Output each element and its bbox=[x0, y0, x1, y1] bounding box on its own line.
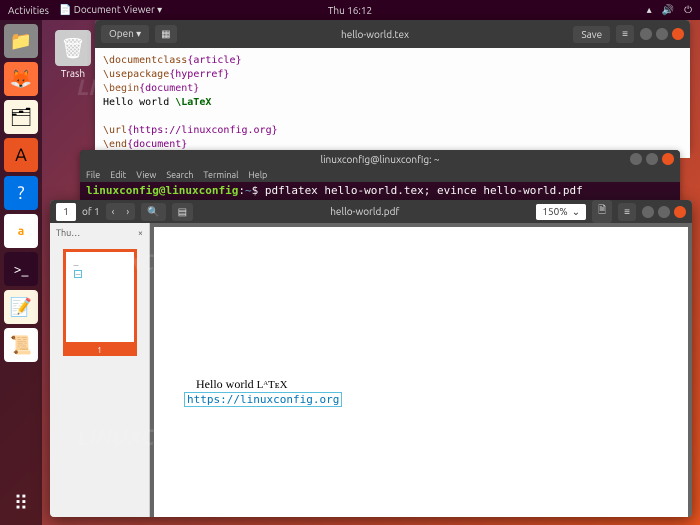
term-minimize[interactable] bbox=[630, 153, 642, 165]
evince-minimize[interactable] bbox=[642, 206, 654, 218]
top-bar: Activities 📄 Document Viewer ▾ Thu 16:12… bbox=[0, 0, 700, 20]
new-tab-button[interactable]: ▦ bbox=[155, 25, 176, 43]
menu-view[interactable]: View bbox=[136, 170, 156, 180]
terminal-icon[interactable]: >_ bbox=[4, 252, 38, 286]
menu-edit[interactable]: Edit bbox=[110, 170, 126, 180]
pdf-text-latex: LᴬTᴇX bbox=[257, 379, 288, 391]
save-button[interactable]: Save bbox=[573, 26, 610, 43]
show-apps-icon[interactable]: ⠿ bbox=[8, 485, 35, 521]
amazon-icon[interactable]: a bbox=[4, 214, 38, 248]
view-options-button[interactable]: 🗎 bbox=[592, 200, 612, 223]
terminal-menubar: File Edit View Search Terminal Help bbox=[80, 168, 680, 182]
app-menu[interactable]: 📄 Document Viewer ▾ bbox=[59, 4, 162, 16]
terminal-window: linuxconfig@linuxconfig: ~ File Edit Vie… bbox=[80, 150, 680, 200]
open-button[interactable]: Open ▾ bbox=[101, 25, 149, 43]
pdf-page: Hello world LᴬTᴇX https://linuxconfig.or… bbox=[154, 227, 688, 517]
menu-search[interactable]: Search bbox=[166, 170, 193, 180]
gedit-window: Open ▾ ▦ hello-world.tex Save ≡ \documen… bbox=[95, 20, 690, 150]
search-button[interactable]: 🔍 bbox=[141, 203, 165, 221]
files-icon[interactable]: 📁 bbox=[4, 24, 38, 58]
term-close[interactable] bbox=[662, 153, 674, 165]
gedit-headerbar: Open ▾ ▦ hello-world.tex Save ≡ bbox=[95, 20, 690, 48]
terminal-content[interactable]: linuxconfig@linuxconfig:~$ pdflatex hell… bbox=[80, 182, 680, 199]
close-button[interactable] bbox=[672, 28, 684, 40]
evince-maximize[interactable] bbox=[658, 206, 670, 218]
network-icon[interactable]: ▴ bbox=[647, 4, 652, 16]
text-editor-icon[interactable]: 📝 bbox=[4, 290, 38, 324]
chevron-down-icon: ⌄ bbox=[572, 206, 580, 218]
launcher-dock: 📁 🦊 🗂 A ? a >_ 📝 📜 ⠿ bbox=[0, 20, 42, 525]
next-page-button[interactable]: › bbox=[120, 203, 135, 220]
document-viewer-icon[interactable]: 📜 bbox=[4, 328, 38, 362]
prev-page-button[interactable]: ‹ bbox=[106, 203, 121, 220]
evince-headerbar: 1 of 1 ‹ › 🔍 ▤ hello-world.pdf 150% ⌄ 🗎 … bbox=[50, 200, 692, 223]
thumbnail-page-number: 1 bbox=[63, 345, 137, 356]
evince-viewport[interactable]: Hello world LᴬTᴇX https://linuxconfig.or… bbox=[150, 223, 692, 517]
page-count-label: of 1 bbox=[82, 206, 100, 217]
desktop: Activities 📄 Document Viewer ▾ Thu 16:12… bbox=[0, 0, 700, 525]
nautilus-icon[interactable]: 🗂 bbox=[4, 100, 38, 134]
sidebar-close-icon[interactable]: × bbox=[138, 228, 143, 238]
pdf-text-hello: Hello world bbox=[196, 377, 257, 391]
menu-terminal[interactable]: Terminal bbox=[203, 170, 238, 180]
gedit-title: hello-world.tex bbox=[183, 29, 568, 40]
clock[interactable]: Thu 16:12 bbox=[328, 5, 372, 16]
power-icon[interactable]: ⏻ bbox=[684, 4, 692, 16]
evince-menu-button[interactable]: ≡ bbox=[618, 203, 636, 221]
pdf-url-link[interactable]: https://linuxconfig.org bbox=[184, 392, 342, 407]
evince-window: 1 of 1 ‹ › 🔍 ▤ hello-world.pdf 150% ⌄ 🗎 … bbox=[50, 200, 692, 517]
term-maximize[interactable] bbox=[646, 153, 658, 165]
help-icon[interactable]: ? bbox=[4, 176, 38, 210]
trash-icon[interactable]: 🗑 bbox=[55, 30, 91, 66]
firefox-icon[interactable]: 🦊 bbox=[4, 62, 38, 96]
activities-button[interactable]: Activities bbox=[8, 5, 49, 16]
sidebar-mode-label[interactable]: Thu… bbox=[56, 228, 80, 238]
terminal-titlebar: linuxconfig@linuxconfig: ~ bbox=[80, 150, 680, 168]
maximize-button[interactable] bbox=[656, 28, 668, 40]
menu-help[interactable]: Help bbox=[248, 170, 267, 180]
sidebar-toggle-button[interactable]: ▤ bbox=[172, 203, 193, 221]
trash[interactable]: 🗑 Trash bbox=[55, 30, 91, 79]
menu-file[interactable]: File bbox=[86, 170, 100, 180]
evince-title: hello-world.pdf bbox=[199, 206, 530, 217]
editor-content[interactable]: \documentclass{article} \usepackage{hype… bbox=[95, 48, 690, 158]
volume-icon[interactable]: 🔊 bbox=[662, 4, 674, 16]
page-number-input[interactable]: 1 bbox=[56, 203, 76, 221]
page-thumbnail[interactable]: — — 1 bbox=[63, 249, 137, 356]
evince-close[interactable] bbox=[674, 206, 686, 218]
minimize-button[interactable] bbox=[640, 28, 652, 40]
evince-sidebar: Thu… × — — 1 bbox=[50, 223, 150, 517]
zoom-selector[interactable]: 150% ⌄ bbox=[536, 204, 586, 220]
trash-label: Trash bbox=[55, 68, 91, 79]
software-icon[interactable]: A bbox=[4, 138, 38, 172]
hamburger-menu[interactable]: ≡ bbox=[616, 25, 634, 43]
